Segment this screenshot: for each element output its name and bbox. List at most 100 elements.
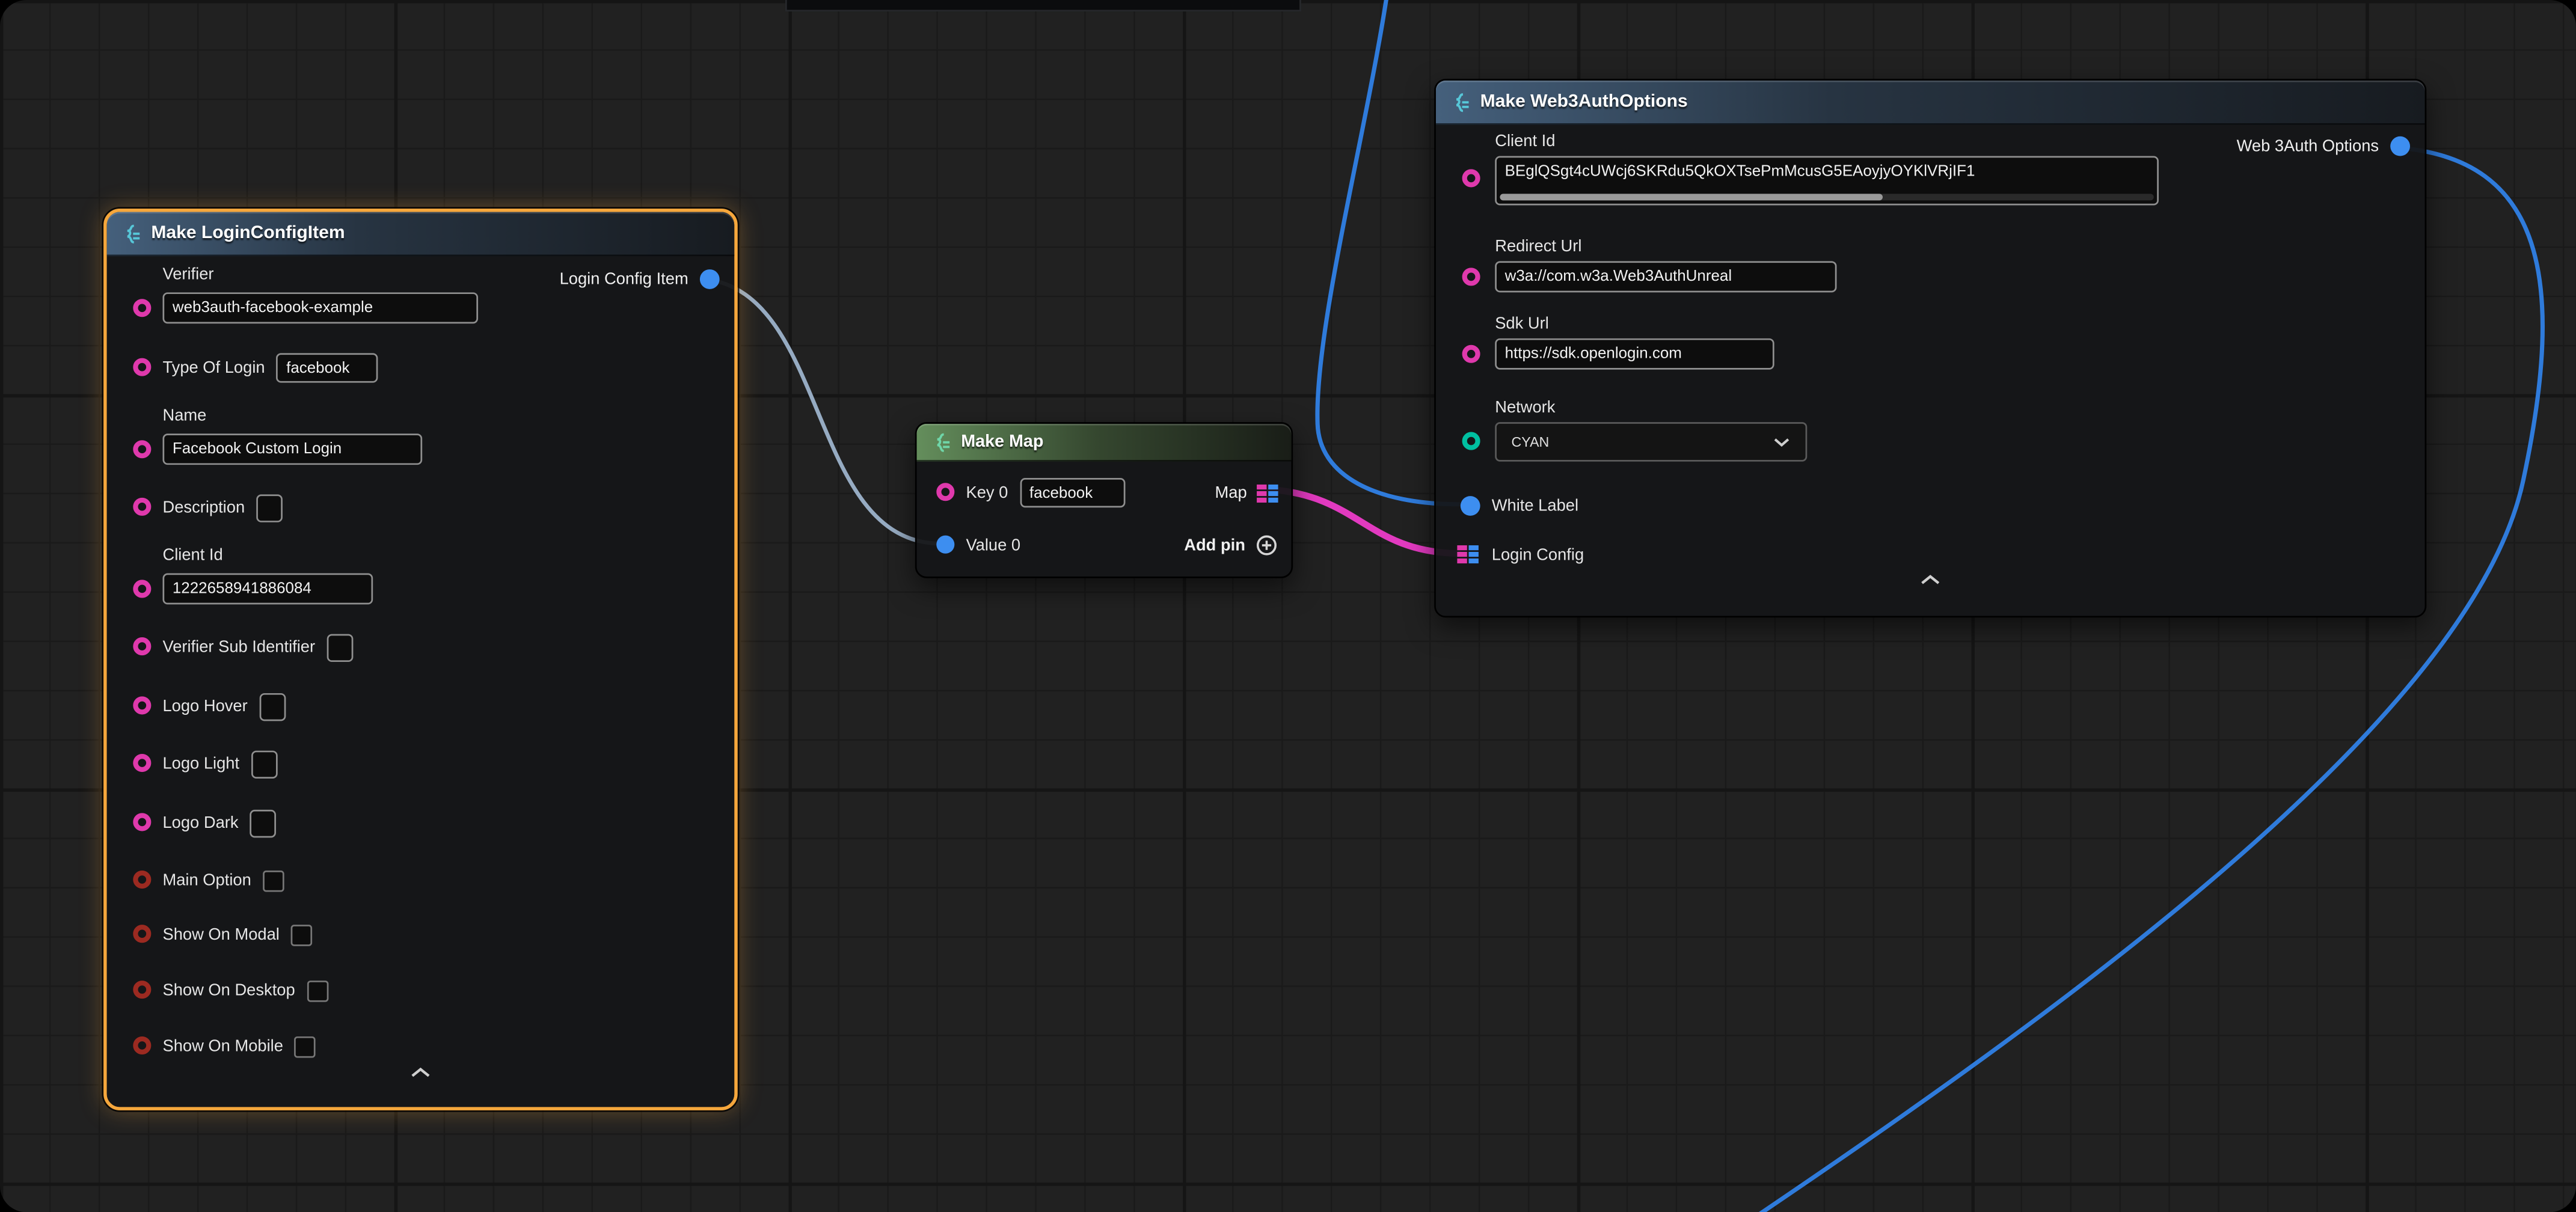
node-make-web3authoptions[interactable]: Make Web3AuthOptions Web 3Auth Options C… <box>1434 79 2426 617</box>
client-id-input[interactable]: BEglQSgt4cUWcj6SKRdu5QkOXTsePmMcusG5EAoy… <box>1495 156 2159 206</box>
sdk-url-input[interactable]: https://sdk.openlogin.com <box>1495 338 1774 370</box>
pin-logo-hover[interactable] <box>133 696 151 714</box>
node-title: Make LoginConfigItem <box>151 224 345 243</box>
pin-sdk-url[interactable] <box>1462 345 1480 363</box>
pin-label: Logo Hover <box>162 697 247 715</box>
logo-dark-row: Logo Dark <box>162 805 276 841</box>
sdk-url-value: https://sdk.openlogin.com <box>1505 345 1682 363</box>
pin-label: Show On Desktop <box>162 981 295 999</box>
value0-row: Value 0 <box>966 527 1020 563</box>
node-header[interactable]: Make LoginConfigItem <box>107 212 735 256</box>
name-input[interactable]: Facebook Custom Login <box>162 433 422 465</box>
pin-label: Client Id <box>162 547 222 567</box>
pin-label: Show On Mobile <box>162 1037 283 1055</box>
pin-label: Logo Dark <box>162 814 238 832</box>
client-id-value: 1222658941886084 <box>173 580 311 598</box>
pin-client-id[interactable] <box>1462 169 1480 187</box>
node-make-loginconfigitem[interactable]: Make LoginConfigItem Login Config Item V… <box>103 209 738 1110</box>
map-output-row: Map <box>1215 475 1278 511</box>
pin-verifier[interactable] <box>133 299 151 317</box>
add-pin-label: Add pin <box>1184 536 1245 554</box>
name-value: Facebook Custom Login <box>173 440 342 458</box>
type-of-login-row: Type Of Login facebook <box>162 350 378 386</box>
verifier-sub-identifier-row: Verifier Sub Identifier <box>162 629 352 665</box>
network-dropdown[interactable]: CYAN <box>1495 422 1807 462</box>
pin-value0[interactable] <box>936 536 954 554</box>
pin-label: Type Of Login <box>162 359 265 377</box>
pin-label: Description <box>162 498 245 516</box>
pin-network[interactable] <box>1462 432 1480 450</box>
collapse-chevron-icon[interactable] <box>1919 574 1942 587</box>
pin-label: Logo Light <box>162 754 239 773</box>
key0-input[interactable]: facebook <box>1019 478 1124 507</box>
pin-label: Key 0 <box>966 484 1008 502</box>
pin-label: Sdk Url <box>1495 316 1549 335</box>
output-row: Web 3Auth Options <box>2237 128 2410 164</box>
pin-logo-dark[interactable] <box>133 813 151 831</box>
pin-key0[interactable] <box>936 483 954 501</box>
make-map-icon <box>930 431 951 453</box>
show-on-desktop-row: Show On Desktop <box>162 972 328 1008</box>
logo-dark-input[interactable] <box>250 809 277 837</box>
node-header[interactable]: Make Map <box>917 424 1292 462</box>
show-on-modal-checkbox[interactable] <box>291 924 313 946</box>
node-header[interactable]: Make Web3AuthOptions <box>1436 81 2425 125</box>
redirect-url-input[interactable]: w3a://com.w3a.Web3AuthUnreal <box>1495 261 1836 292</box>
pin-client-id[interactable] <box>133 580 151 598</box>
pin-description[interactable] <box>133 498 151 516</box>
logo-hover-input[interactable] <box>259 693 286 720</box>
collapse-chevron-icon[interactable] <box>409 1066 432 1079</box>
wire-login-config-item-to-value0[interactable] <box>707 279 942 543</box>
pin-type-of-login[interactable] <box>133 358 151 376</box>
pin-label: Main Option <box>162 871 251 889</box>
show-on-mobile-checkbox[interactable] <box>295 1036 316 1057</box>
pin-show-on-modal[interactable] <box>133 925 151 943</box>
output-pin-label: Login Config Item <box>560 270 688 288</box>
show-on-desktop-checkbox[interactable] <box>307 980 328 1002</box>
type-of-login-input[interactable]: facebook <box>277 353 378 382</box>
logo-light-input[interactable] <box>251 750 277 777</box>
node-title: Make Map <box>961 432 1043 452</box>
pin-show-on-desktop[interactable] <box>133 981 151 999</box>
main-option-checkbox[interactable] <box>263 870 284 892</box>
pin-label: Client Id <box>1495 133 1555 153</box>
type-of-login-value: facebook <box>286 359 349 377</box>
add-pin-icon[interactable] <box>1255 534 1278 557</box>
verifier-input[interactable]: web3auth-facebook-example <box>162 292 478 323</box>
pin-redirect-url[interactable] <box>1462 268 1480 286</box>
pin-show-on-mobile[interactable] <box>133 1036 151 1054</box>
graph-canvas[interactable]: Make LoginConfigItem Login Config Item V… <box>0 0 2576 1212</box>
key0-row: Key 0 facebook <box>966 475 1124 511</box>
wire-map-to-login-config[interactable] <box>1270 489 1459 554</box>
description-row: Description <box>162 489 283 525</box>
pin-label: Redirect Url <box>1495 238 1581 258</box>
pin-map-output[interactable] <box>1257 484 1278 502</box>
node-make-map[interactable]: Make Map Key 0 facebook Map Value 0 Add … <box>915 422 1293 578</box>
pin-web3auth-options-output[interactable] <box>2390 136 2410 156</box>
description-input[interactable] <box>256 494 283 521</box>
pin-label: Value 0 <box>966 536 1020 554</box>
pin-white-label[interactable] <box>1461 496 1480 516</box>
pin-logo-light[interactable] <box>133 754 151 772</box>
logo-hover-row: Logo Hover <box>162 688 285 724</box>
pin-label: White Label <box>1492 497 1578 515</box>
pin-main-option[interactable] <box>133 871 151 889</box>
pin-label: Network <box>1495 399 1555 419</box>
make-struct-icon <box>120 222 141 244</box>
show-on-mobile-row: Show On Mobile <box>162 1028 316 1064</box>
show-on-modal-row: Show On Modal <box>162 917 312 953</box>
scrollbar-thumb[interactable] <box>1500 194 1883 200</box>
client-id-value: BEglQSgt4cUWcj6SKRdu5QkOXTsePmMcusG5EAoy… <box>1505 162 1975 180</box>
client-id-input[interactable]: 1222658941886084 <box>162 574 373 605</box>
add-pin-row[interactable]: Add pin <box>1184 527 1278 563</box>
verifier-value: web3auth-facebook-example <box>173 299 373 317</box>
pin-login-config-item-output[interactable] <box>700 269 720 289</box>
pin-name[interactable] <box>133 440 151 458</box>
main-option-row: Main Option <box>162 862 284 898</box>
login-config-row: Login Config <box>1492 537 1584 573</box>
key0-value: facebook <box>1029 484 1093 502</box>
pin-verifier-sub-identifier[interactable] <box>133 637 151 655</box>
pin-login-config[interactable] <box>1457 545 1479 563</box>
node-title: Make Web3AuthOptions <box>1480 92 1688 112</box>
verifier-sub-identifier-input[interactable] <box>327 633 353 661</box>
